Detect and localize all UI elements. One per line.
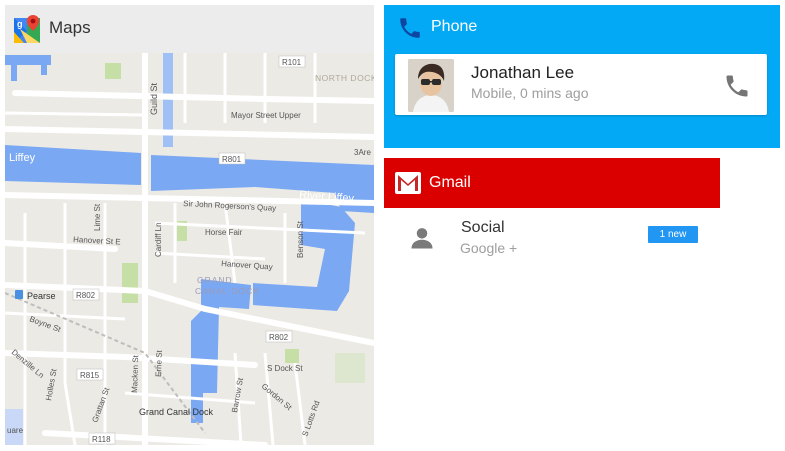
call-icon[interactable]: [723, 72, 751, 100]
gmail-title: Gmail: [429, 174, 471, 191]
map-label-grand: GRAND: [197, 275, 233, 285]
map-label-r801: R801: [222, 155, 242, 164]
map-label-r815: R815: [80, 371, 100, 380]
map-label-mayor-street-upper: Mayor Street Upper: [231, 111, 301, 120]
phone-title: Phone: [431, 18, 478, 35]
contact-name: Jonathan Lee: [471, 63, 575, 82]
avatar: [408, 59, 454, 112]
map-label-canal-dock: CANAL DOCK: [195, 286, 260, 296]
new-count-badge[interactable]: 1 new: [648, 226, 698, 243]
map-label-s-dock-st: S Dock St: [267, 364, 303, 373]
maps-title: Maps: [49, 18, 91, 37]
map-label-cardiff-ln: Cardiff Ln: [154, 222, 163, 257]
map-label-macken-st: Macken St: [130, 354, 140, 393]
gmail-envelope-icon: [395, 172, 421, 194]
map-label-r118: R118: [92, 435, 111, 444]
map-label-lime-st: Lime St: [93, 203, 102, 231]
map-label-liffey: Liffey: [9, 152, 36, 164]
map-label-guild-st: Guild St: [149, 82, 159, 115]
social-subtitle: Google +: [460, 240, 518, 256]
map-label-3are: 3Are: [354, 148, 371, 157]
social-title: Social: [461, 219, 505, 236]
map-label-grand-canal-dock: Grand Canal Dock: [139, 407, 214, 417]
map-label-north-dock: NORTH DOCK: [315, 73, 374, 83]
map-view[interactable]: R101 NORTH DOCK Mayor Street Upper Guild…: [5, 53, 374, 445]
phone-handset-icon: [400, 18, 420, 38]
contact-row[interactable]: Jonathan Lee Mobile, 0 mins ago: [395, 54, 767, 115]
map-label-horse-fair: Horse Fair: [205, 228, 243, 237]
contact-subtitle: Mobile, 0 mins ago: [471, 85, 589, 101]
map-label-r101: R101: [282, 58, 302, 67]
person-icon: [411, 228, 433, 249]
map-label-benson-st: Benson St: [296, 220, 305, 258]
contact-photo: [408, 59, 454, 112]
phone-card[interactable]: Phone Jonathan Lee Mobile, 0 mins ago: [384, 5, 780, 148]
maps-card[interactable]: g Maps R101 NORTH DOCK Mayor Street Uppe…: [5, 5, 374, 445]
map-label-r802-left: R802: [76, 291, 96, 300]
gmail-social-item[interactable]: Social Google + 1 new: [384, 208, 720, 268]
google-maps-logo-icon: g: [14, 15, 40, 43]
map-label-erne-st: Erne St: [154, 349, 164, 377]
map-label-pearse: Pearse: [27, 291, 56, 301]
map-label-r802-right: R802: [269, 333, 289, 342]
svg-text:g: g: [17, 19, 23, 29]
gmail-header[interactable]: Gmail: [384, 158, 720, 208]
map-label-quare: uare: [7, 426, 24, 435]
maps-header: g Maps: [5, 5, 374, 53]
